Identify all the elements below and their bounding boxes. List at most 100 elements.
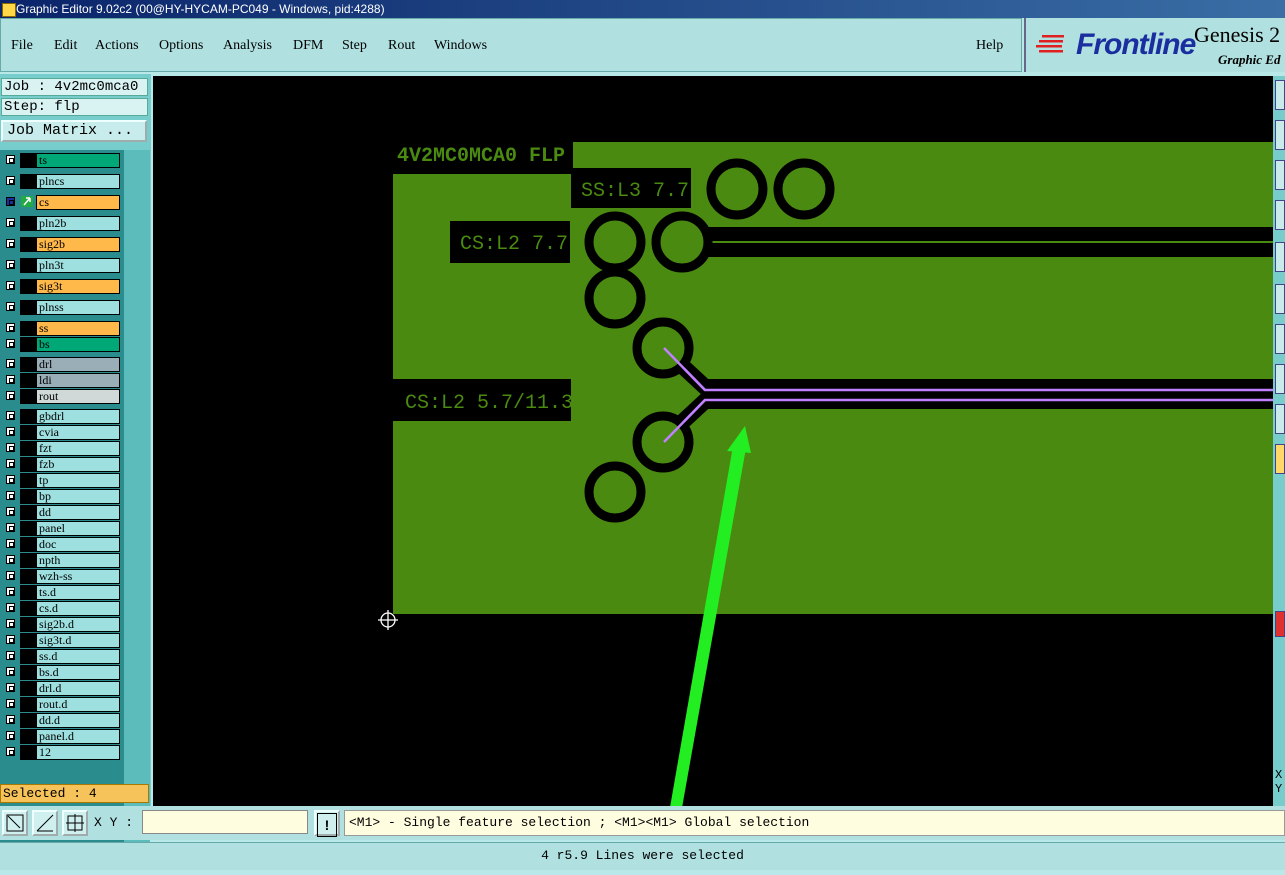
right-tool-1[interactable] [1275, 80, 1285, 110]
layer-checkbox[interactable] [6, 651, 15, 660]
layer-display-swatch[interactable] [20, 258, 36, 273]
layer-display-swatch[interactable] [20, 174, 36, 189]
layer-row-sig2b[interactable]: sig2b [2, 237, 120, 252]
layer-checkbox[interactable] [6, 359, 15, 368]
layer-row-cs[interactable]: cs [2, 195, 120, 210]
layer-row-bs-d[interactable]: bs.d [2, 665, 120, 680]
measure-tool-button[interactable] [32, 810, 58, 836]
layer-row-ss[interactable]: ss [2, 321, 120, 336]
grid-tool-button[interactable] [62, 810, 88, 836]
layer-checkbox[interactable] [6, 302, 15, 311]
layer-checkbox[interactable] [6, 459, 15, 468]
layer-display-swatch[interactable] [20, 649, 36, 664]
layer-display-swatch[interactable] [20, 665, 36, 680]
layer-row-cs-d[interactable]: cs.d [2, 601, 120, 616]
layer-checkbox[interactable] [6, 555, 15, 564]
menu-actions[interactable]: Actions [95, 38, 139, 54]
layer-checkbox[interactable] [6, 475, 15, 484]
layer-display-swatch[interactable] [20, 457, 36, 472]
layer-row-drl[interactable]: drl [2, 357, 120, 372]
layer-row-tp[interactable]: tp [2, 473, 120, 488]
layer-display-swatch[interactable] [20, 633, 36, 648]
layer-row-12[interactable]: 12 [2, 745, 120, 760]
layer-checkbox[interactable] [6, 443, 15, 452]
layer-display-swatch[interactable] [20, 521, 36, 536]
layer-row-drl-d[interactable]: drl.d [2, 681, 120, 696]
layer-checkbox[interactable] [6, 571, 15, 580]
layer-checkbox[interactable] [6, 747, 15, 756]
layer-checkbox[interactable] [6, 323, 15, 332]
right-tool-7[interactable] [1275, 324, 1285, 354]
menu-file[interactable]: File [11, 38, 33, 54]
layer-row-sig3t[interactable]: sig3t [2, 279, 120, 294]
layer-checkbox[interactable] [6, 619, 15, 628]
layer-checkbox[interactable] [6, 281, 15, 290]
layer-display-swatch[interactable] [20, 473, 36, 488]
layer-row-rout[interactable]: rout [2, 389, 120, 404]
layer-checkbox[interactable] [6, 155, 15, 164]
graphic-canvas[interactable]: 4V2MC0MCA0 FLP SS:L3 7.7 CS:L2 7.7 CS:L2… [153, 76, 1273, 806]
layer-display-swatch[interactable] [20, 745, 36, 760]
right-tool-10[interactable] [1275, 444, 1285, 474]
select-tool-button[interactable] [2, 810, 28, 836]
layer-display-swatch[interactable] [20, 216, 36, 231]
layer-row-fzt[interactable]: fzt [2, 441, 120, 456]
menu-rout[interactable]: Rout [388, 38, 415, 54]
layer-display-swatch[interactable] [20, 569, 36, 584]
layer-row-ss-d[interactable]: ss.d [2, 649, 120, 664]
layer-display-swatch[interactable] [20, 697, 36, 712]
menu-options[interactable]: Options [159, 38, 203, 54]
menu-dfm[interactable]: DFM [293, 38, 323, 54]
layer-checkbox[interactable] [6, 715, 15, 724]
layer-row-bs[interactable]: bs [2, 337, 120, 352]
layer-checkbox[interactable] [6, 667, 15, 676]
layer-display-swatch[interactable] [20, 337, 36, 352]
layer-display-swatch[interactable] [20, 505, 36, 520]
menu-help[interactable]: Help [976, 38, 1003, 54]
layer-row-npth[interactable]: npth [2, 553, 120, 568]
right-tool-2[interactable] [1275, 120, 1285, 150]
layer-checkbox[interactable] [6, 260, 15, 269]
layer-row-plnss[interactable]: plnss [2, 300, 120, 315]
layer-checkbox[interactable] [6, 683, 15, 692]
layer-row-ldi[interactable]: ldi [2, 373, 120, 388]
menu-analysis[interactable]: Analysis [223, 38, 272, 54]
layer-row-ts[interactable]: ts [2, 153, 120, 168]
layer-row-plncs[interactable]: plncs [2, 174, 120, 189]
layer-checkbox[interactable] [6, 507, 15, 516]
layer-checkbox[interactable] [6, 731, 15, 740]
layer-checkbox[interactable] [6, 427, 15, 436]
layer-row-sig2b-d[interactable]: sig2b.d [2, 617, 120, 632]
layer-checkbox[interactable] [6, 339, 15, 348]
layer-checkbox[interactable] [6, 197, 15, 206]
layer-display-swatch[interactable] [20, 357, 36, 372]
layer-checkbox[interactable] [6, 523, 15, 532]
xy-input[interactable] [142, 810, 308, 834]
layer-row-dd-d[interactable]: dd.d [2, 713, 120, 728]
layer-list-scrollbar[interactable] [124, 150, 150, 850]
layer-row-bp[interactable]: bp [2, 489, 120, 504]
layer-checkbox[interactable] [6, 391, 15, 400]
layer-checkbox[interactable] [6, 218, 15, 227]
layer-row-fzb[interactable]: fzb [2, 457, 120, 472]
layer-checkbox[interactable] [6, 239, 15, 248]
warning-button[interactable]: ! [314, 810, 340, 837]
layer-checkbox[interactable] [6, 411, 15, 420]
layer-display-swatch[interactable] [20, 537, 36, 552]
layer-checkbox[interactable] [6, 635, 15, 644]
layer-checkbox[interactable] [6, 375, 15, 384]
layer-display-swatch[interactable] [20, 373, 36, 388]
layer-row-panel[interactable]: panel [2, 521, 120, 536]
layer-display-swatch[interactable] [20, 153, 36, 168]
layer-display-swatch[interactable] [20, 425, 36, 440]
right-tool-alert[interactable] [1275, 611, 1285, 637]
layer-display-swatch[interactable] [20, 681, 36, 696]
layer-checkbox[interactable] [6, 603, 15, 612]
layer-row-pln2b[interactable]: pln2b [2, 216, 120, 231]
layer-display-swatch[interactable] [20, 195, 36, 210]
layer-display-swatch[interactable] [20, 441, 36, 456]
pcb-view[interactable]: 4V2MC0MCA0 FLP SS:L3 7.7 CS:L2 7.7 CS:L2… [153, 76, 1273, 806]
layer-display-swatch[interactable] [20, 601, 36, 616]
menu-windows[interactable]: Windows [434, 38, 487, 54]
layer-row-doc[interactable]: doc [2, 537, 120, 552]
